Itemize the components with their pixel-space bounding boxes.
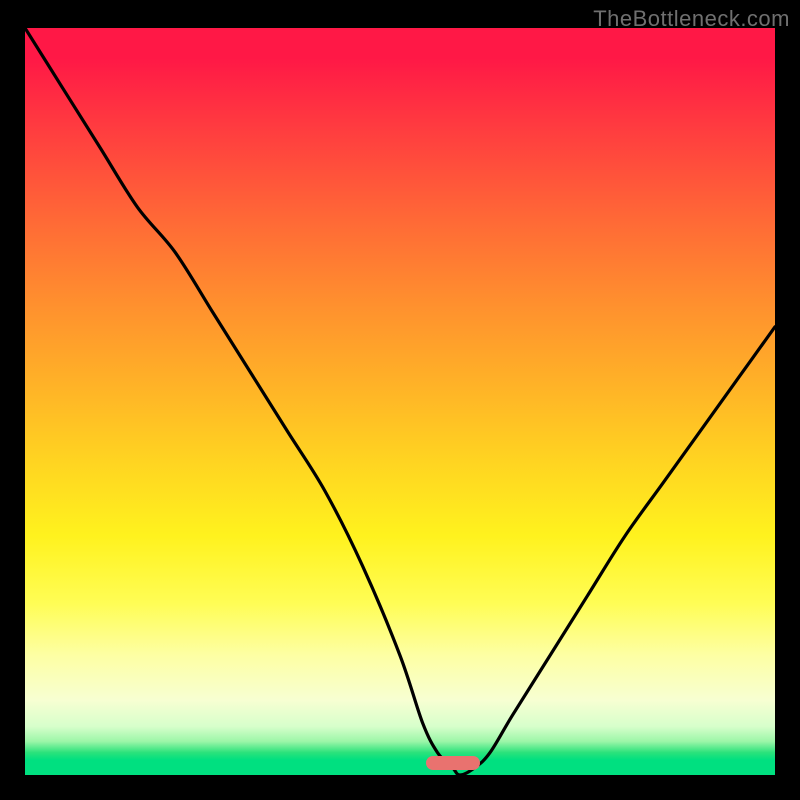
bottleneck-curve (25, 28, 775, 775)
optimal-marker (426, 756, 480, 770)
plot-area (25, 28, 775, 775)
chart-stage: TheBottleneck.com (0, 0, 800, 800)
watermark-text: TheBottleneck.com (593, 6, 790, 32)
